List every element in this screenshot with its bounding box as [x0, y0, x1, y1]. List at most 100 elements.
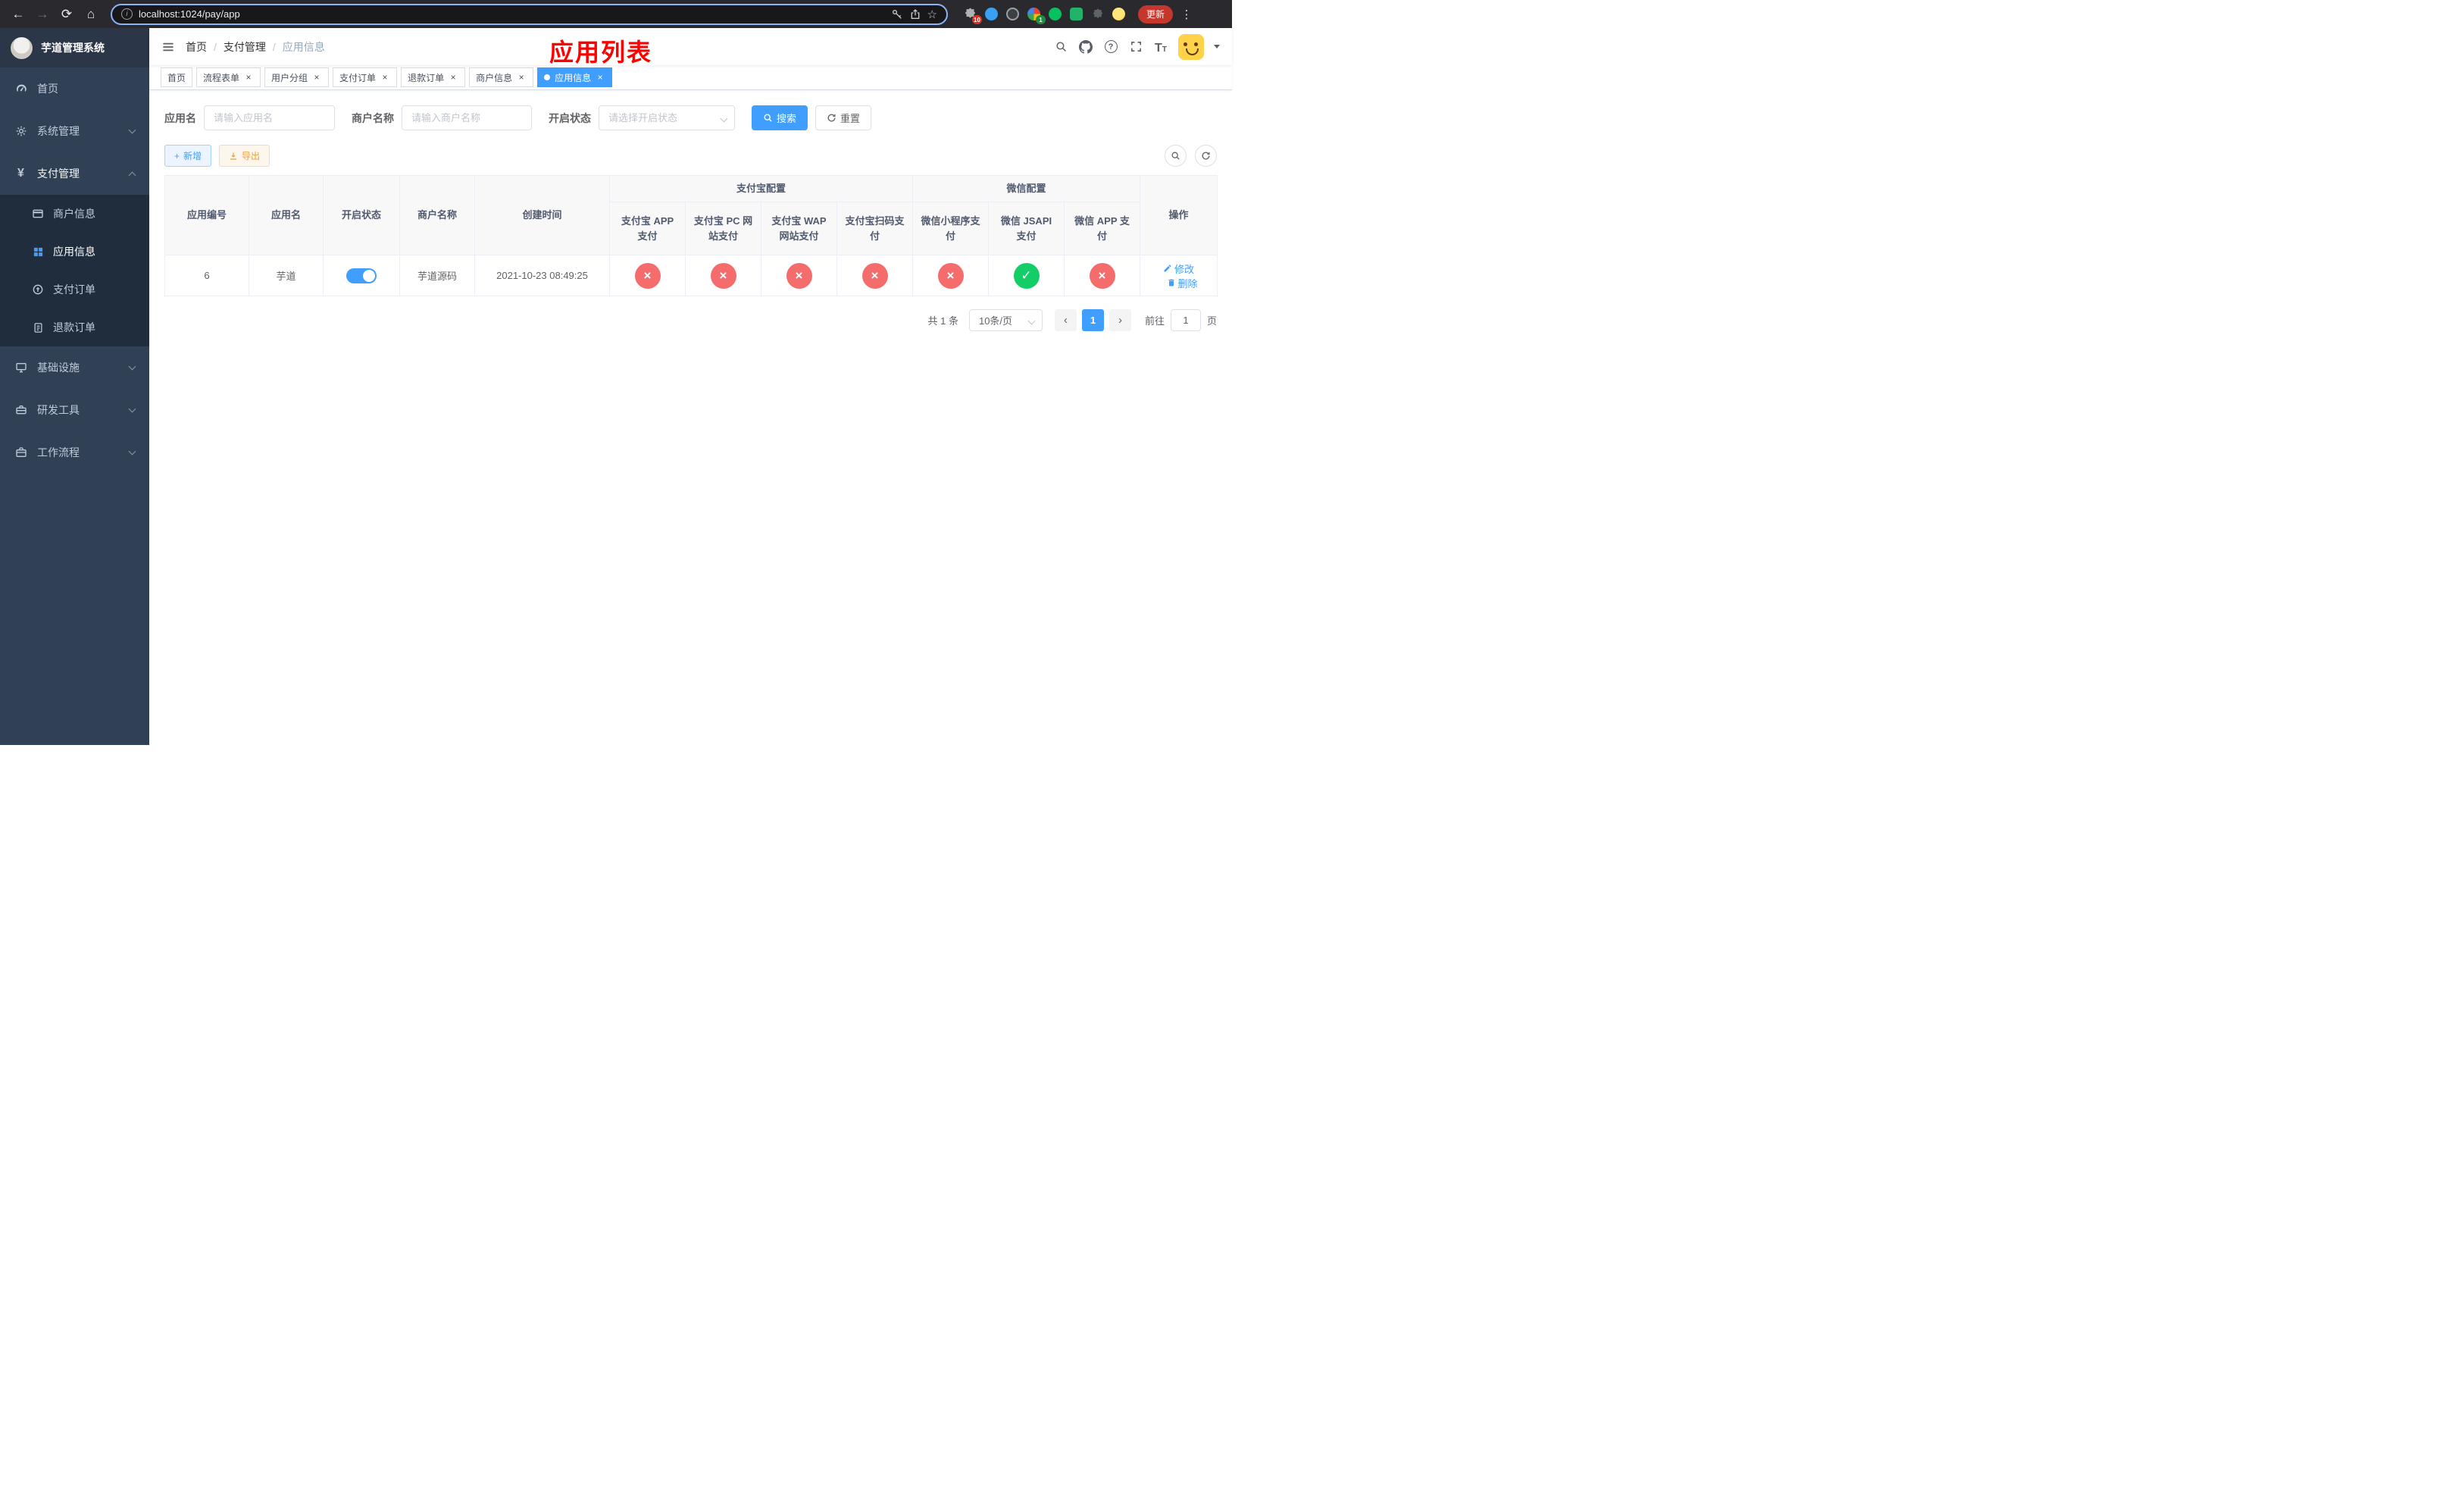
- extension-puzzle-icon[interactable]: 10: [963, 7, 982, 24]
- sidebar-item-label: 基础设施: [37, 362, 80, 374]
- help-icon[interactable]: ?: [1103, 39, 1118, 55]
- tag-app-info[interactable]: 应用信息 ×: [537, 67, 613, 87]
- close-icon[interactable]: ×: [448, 72, 458, 83]
- tag-refund-orders[interactable]: 退款订单 ×: [401, 67, 466, 87]
- browser-menu-icon[interactable]: ⋮: [1179, 8, 1194, 21]
- server-icon: [14, 362, 27, 374]
- app-name-label: 应用名: [164, 111, 196, 124]
- extension-green-chat-icon[interactable]: [1069, 7, 1083, 21]
- add-button[interactable]: + 新增: [164, 145, 212, 167]
- tags-view-bar: 首页 流程表单 × 用户分组 × 支付订单 × 退款订单 × 商户信息 × 应用…: [149, 65, 1232, 90]
- close-icon[interactable]: ×: [311, 72, 322, 83]
- close-icon[interactable]: ×: [243, 72, 254, 83]
- merchant-name-input[interactable]: [402, 105, 532, 130]
- app-logo[interactable]: 芋道管理系统: [0, 28, 149, 67]
- breadcrumb-current: 应用信息: [282, 40, 325, 53]
- cell-created: 2021-10-23 08:49:25: [474, 255, 610, 296]
- password-key-icon[interactable]: [891, 8, 903, 20]
- delete-link[interactable]: 删除: [1167, 276, 1198, 290]
- tag-user-group[interactable]: 用户分组 ×: [264, 67, 330, 87]
- goto-label: 前往: [1144, 315, 1165, 327]
- sidebar-item-dev-tools[interactable]: 研发工具: [0, 389, 149, 431]
- page-title-annotation: 应用列表: [549, 39, 653, 66]
- sidebar-item-app-info[interactable]: 应用信息: [0, 233, 149, 271]
- tag-label: 退款订单: [408, 72, 445, 83]
- export-button[interactable]: 导出: [219, 145, 270, 167]
- bookmark-star-icon[interactable]: ☆: [927, 8, 937, 21]
- page-number-1[interactable]: 1: [1081, 309, 1104, 331]
- share-icon[interactable]: [909, 8, 921, 20]
- extension-emoji-icon[interactable]: [1112, 7, 1126, 21]
- sidebar-item-merchant-info[interactable]: 商户信息: [0, 195, 149, 233]
- toggle-search-button[interactable]: [1165, 145, 1187, 167]
- app-name-input[interactable]: [204, 105, 335, 130]
- search-button[interactable]: 搜索: [752, 105, 808, 130]
- chevron-down-icon: [128, 405, 136, 413]
- prev-page-button[interactable]: ‹: [1054, 309, 1077, 331]
- font-size-icon[interactable]: TT: [1153, 39, 1168, 55]
- breadcrumb-home[interactable]: 首页: [186, 39, 207, 55]
- pagination-total: 共 1 条: [927, 315, 958, 327]
- fullscreen-icon[interactable]: [1128, 39, 1143, 55]
- sidebar-item-payment[interactable]: ¥ 支付管理: [0, 152, 149, 195]
- channel-status-icon: ×: [634, 262, 661, 289]
- tag-label: 流程表单: [203, 72, 240, 83]
- top-navbar: 首页 / 支付管理 / 应用信息 应用列表 ? TT: [149, 28, 1232, 66]
- sidebar: 芋道管理系统 首页 系统管理 ¥ 支付管理 商户信息 应用信息 支付订单 退款订…: [0, 28, 149, 745]
- user-avatar[interactable]: [1178, 33, 1204, 60]
- tag-pay-orders[interactable]: 支付订单 ×: [333, 67, 398, 87]
- sidebar-item-label: 支付订单: [53, 283, 95, 296]
- page-size-select[interactable]: [968, 309, 1043, 331]
- row-status-toggle[interactable]: [346, 268, 377, 283]
- browser-home-icon[interactable]: ⌂: [80, 4, 102, 25]
- tag-merchant-info[interactable]: 商户信息 ×: [469, 67, 534, 87]
- browser-update-button[interactable]: 更新: [1138, 5, 1174, 23]
- reset-button[interactable]: 重置: [815, 105, 872, 130]
- extension-green-circle-icon[interactable]: [1048, 7, 1062, 21]
- breadcrumb-payment[interactable]: 支付管理: [224, 39, 266, 55]
- sidebar-item-refund-orders[interactable]: 退款订单: [0, 308, 149, 346]
- close-icon[interactable]: ×: [516, 72, 527, 83]
- toolbox-icon: [14, 404, 27, 416]
- close-icon[interactable]: ×: [380, 72, 390, 83]
- extension-badge: 10: [972, 15, 982, 24]
- refresh-button[interactable]: [1195, 145, 1217, 167]
- extension-blue-drop-icon[interactable]: [984, 7, 999, 21]
- user-menu-caret-icon[interactable]: [1214, 45, 1220, 49]
- navbar-actions: ? TT: [1053, 33, 1220, 60]
- cell-merchant: 芋道源码: [399, 255, 475, 296]
- col-header-id: 应用编号: [164, 175, 249, 255]
- status-select[interactable]: [599, 105, 735, 130]
- sidebar-item-home[interactable]: 首页: [0, 67, 149, 110]
- channel-status-icon: ×: [1089, 262, 1115, 289]
- extension-translate-icon[interactable]: 1: [1027, 7, 1046, 24]
- sidebar-item-label: 首页: [37, 83, 58, 95]
- browser-forward-icon: →: [36, 6, 49, 21]
- sidebar-item-system[interactable]: 系统管理: [0, 110, 149, 152]
- browser-reload-icon[interactable]: ⟳: [56, 4, 77, 25]
- logo-avatar: [10, 36, 33, 60]
- tag-process-form[interactable]: 流程表单 ×: [196, 67, 261, 87]
- col-header-wechat-app: 微信 APP 支付: [1064, 202, 1141, 255]
- extension-dark-circle-icon[interactable]: [1005, 7, 1020, 21]
- extension-dark-puzzle-icon[interactable]: [1090, 7, 1105, 21]
- sidebar-toggle-icon[interactable]: [161, 40, 175, 54]
- browser-toolbar: ← → ⟳ ⌂ i localhost:1024/pay/app ☆ 10 1 …: [0, 0, 1232, 28]
- next-page-button[interactable]: ›: [1108, 309, 1131, 331]
- goto-page-input[interactable]: [1170, 309, 1201, 331]
- yen-icon: ¥: [17, 167, 24, 180]
- tag-home[interactable]: 首页: [161, 67, 193, 87]
- url-text[interactable]: localhost:1024/pay/app: [139, 8, 885, 20]
- sidebar-item-workflow[interactable]: 工作流程: [0, 431, 149, 474]
- edit-link[interactable]: 修改: [1163, 261, 1194, 276]
- sidebar-item-infrastructure[interactable]: 基础设施: [0, 346, 149, 389]
- close-icon[interactable]: ×: [595, 72, 605, 83]
- address-bar[interactable]: i localhost:1024/pay/app ☆: [111, 3, 948, 25]
- tag-label: 应用信息: [555, 72, 592, 83]
- browser-back-icon[interactable]: ←: [8, 4, 29, 25]
- goto-unit-label: 页: [1206, 315, 1217, 327]
- sidebar-item-pay-orders[interactable]: 支付订单: [0, 271, 149, 308]
- github-icon[interactable]: [1078, 39, 1093, 55]
- site-info-icon[interactable]: i: [121, 8, 133, 20]
- search-icon[interactable]: [1053, 39, 1068, 55]
